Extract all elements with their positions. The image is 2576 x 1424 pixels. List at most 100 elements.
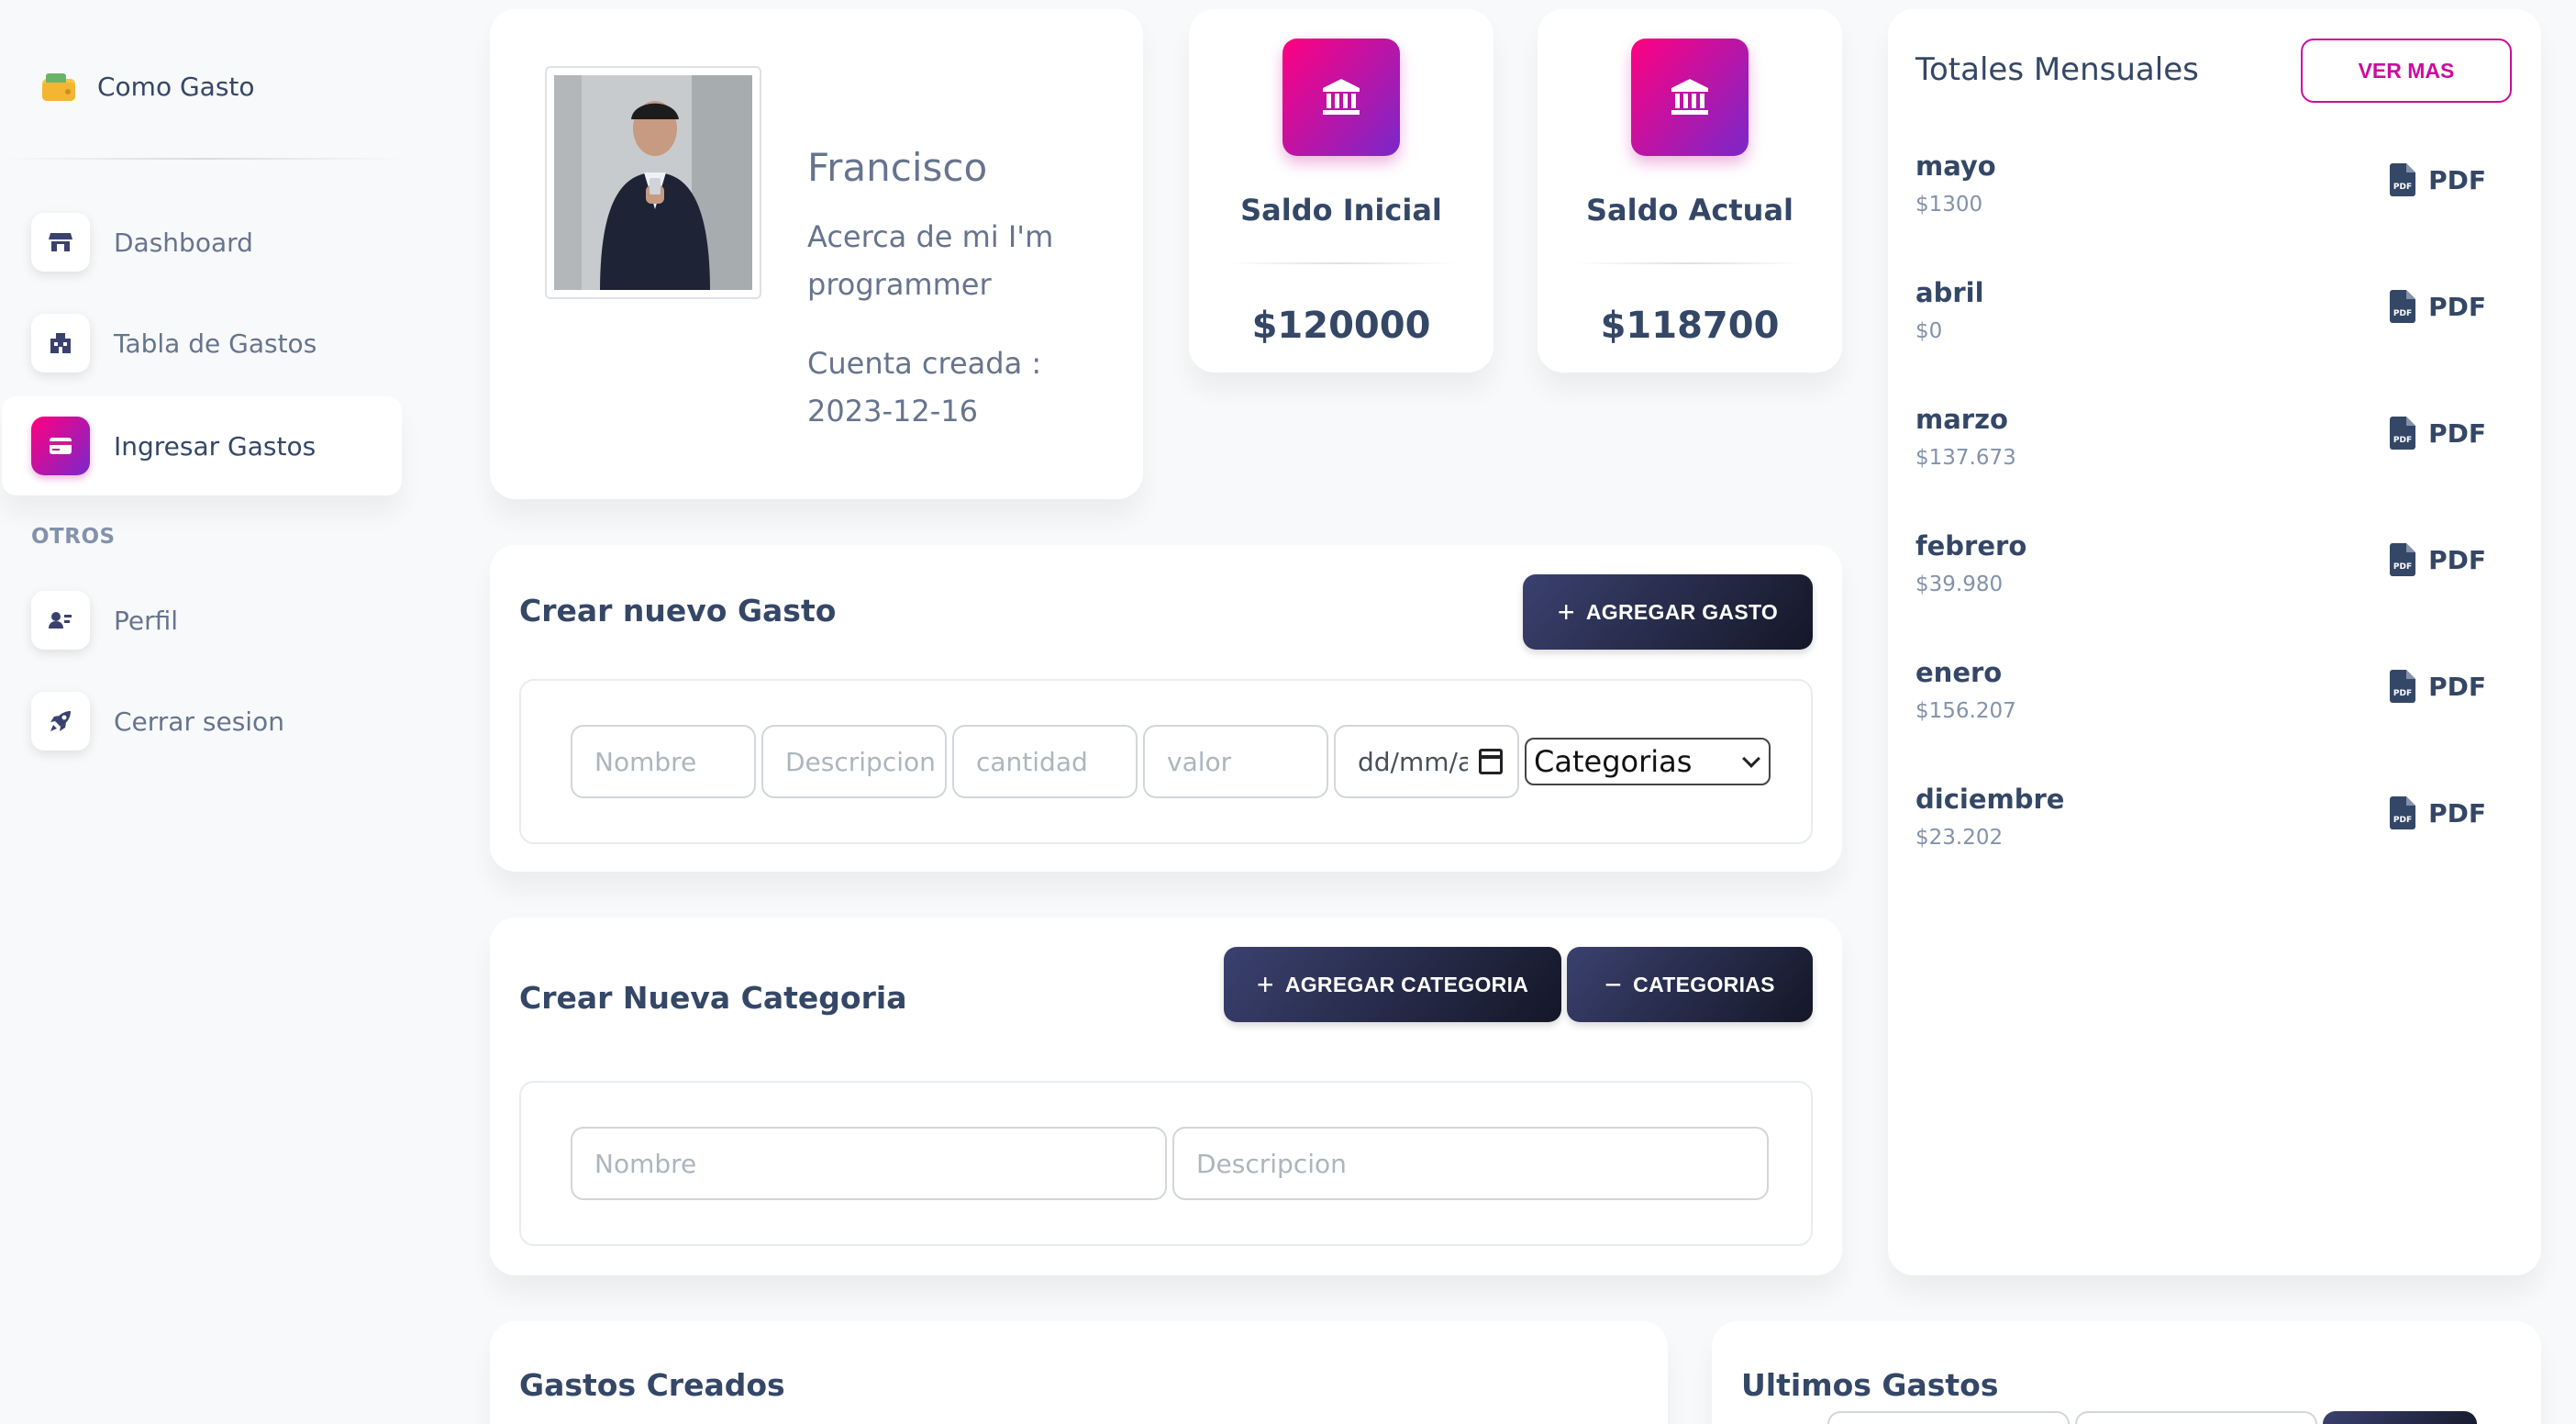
categories-button[interactable]: − CATEGORIAS [1567,947,1813,1022]
add-expense-button[interactable]: + AGREGAR GASTO [1523,574,1813,650]
latest-expenses-filter-button[interactable] [2323,1411,2477,1424]
pdf-file-icon: PDF [2390,290,2416,323]
category-description-input[interactable] [1172,1127,1769,1200]
month-name: diciembre [1915,784,2065,815]
saldo-actual-card: Saldo Actual $118700 [1538,9,1842,373]
categories-label: CATEGORIAS [1633,972,1775,996]
svg-text:PDF: PDF [2393,436,2412,445]
new-expense-card: Crear nuevo Gasto + AGREGAR GASTO dd/mm/… [490,545,1842,872]
plus-icon: + [1256,968,1274,1001]
stat-value: $118700 [1600,305,1780,347]
stat-divider [1226,262,1457,264]
pdf-file-icon: PDF [2390,670,2416,703]
office-icon [31,314,90,373]
pdf-label: PDF [2428,417,2486,449]
monthly-totals-card: Totales Mensuales VER MAS mayo $1300 PDF… [1888,9,2541,1275]
expense-name-input[interactable] [571,725,756,798]
created-expenses-title: Gastos Creados [519,1367,785,1403]
pdf-download-link[interactable]: PDF PDF [2390,543,2486,576]
user-card-icon [31,591,90,650]
created-expenses-card: Gastos Creados [490,1321,1668,1424]
list-item: abril $0 PDF PDF [1915,277,2514,369]
list-item: diciembre $23.202 PDF PDF [1915,784,2514,875]
ver-mas-button[interactable]: VER MAS [2301,39,2512,103]
category-name-input[interactable] [571,1127,1167,1200]
month-name: marzo [1915,404,2008,435]
month-name: febrero [1915,530,2027,562]
calendar-icon [1479,749,1503,774]
avatar [554,75,752,290]
latest-expenses-card: Ultimos Gastos [1712,1321,2541,1424]
latest-expenses-title: Ultimos Gastos [1741,1367,1999,1403]
minus-icon: − [1604,968,1623,1001]
bank-icon [1282,39,1400,156]
pdf-label: PDF [2428,671,2486,702]
brand[interactable]: Como Gasto [39,66,255,106]
sidebar-item-tabla-de-gastos[interactable]: Tabla de Gastos [2,294,402,393]
monthly-totals-title: Totales Mensuales [1915,51,2199,88]
svg-text:PDF: PDF [2393,562,2412,572]
new-category-card: Crear Nueva Categoria + AGREGAR CATEGORI… [490,918,1842,1275]
sidebar-item-cerrar-sesion[interactable]: Cerrar sesion [2,672,402,771]
month-name: abril [1915,277,1984,308]
chevron-down-icon [1742,750,1760,768]
brand-name: Como Gasto [97,71,255,102]
rocket-icon [31,692,90,751]
profile-created-date: Cuenta creada : 2023-12-16 [807,346,1042,428]
pdf-download-link[interactable]: PDF PDF [2390,163,2486,196]
month-total: $23.202 [1915,826,2004,850]
date-placeholder: dd/mm/aaaa [1358,746,1468,777]
sidebar-section-label: OTROS [31,525,116,549]
month-total: $137.673 [1915,446,2016,470]
add-expense-label: AGREGAR GASTO [1585,599,1779,624]
list-item: marzo $137.673 PDF PDF [1915,404,2514,495]
list-item: mayo $1300 PDF PDF [1915,150,2514,242]
expense-quantity-input[interactable] [952,725,1138,798]
stat-value: $120000 [1251,305,1431,347]
pdf-label: PDF [2428,291,2486,322]
new-category-form [519,1081,1813,1246]
add-category-label: AGREGAR CATEGORIA [1284,972,1529,996]
pdf-file-icon: PDF [2390,796,2416,829]
profile-photo [545,66,761,299]
sidebar-item-dashboard[interactable]: Dashboard [2,193,402,292]
pdf-download-link[interactable]: PDF PDF [2390,417,2486,450]
sidebar-item-label: Ingresar Gastos [114,430,316,462]
stat-title: Saldo Actual [1585,193,1793,228]
expense-date-input[interactable]: dd/mm/aaaa [1334,725,1519,798]
stat-title: Saldo Inicial [1240,193,1442,228]
category-select-value: Categorias [1534,744,1693,779]
sidebar-item-label: Dashboard [114,227,253,258]
svg-text:PDF: PDF [2393,309,2412,318]
category-select[interactable]: Categorias [1525,738,1771,785]
sidebar-item-perfil[interactable]: Perfil [2,571,402,670]
new-expense-title: Crear nuevo Gasto [519,593,837,629]
month-name: enero [1915,657,2003,688]
pdf-download-link[interactable]: PDF PDF [2390,796,2486,829]
profile-name: Francisco [807,145,988,190]
latest-expenses-filter-input[interactable] [1827,1411,2070,1424]
sidebar-item-ingresar-gastos[interactable]: Ingresar Gastos [2,396,402,495]
list-item: enero $156.207 PDF PDF [1915,657,2514,749]
expense-description-input[interactable] [761,725,947,798]
svg-text:PDF: PDF [2393,816,2412,825]
pdf-download-link[interactable]: PDF PDF [2390,670,2486,703]
credit-card-icon [31,417,90,475]
month-total: $39.980 [1915,573,2004,596]
list-item: febrero $39.980 PDF PDF [1915,530,2514,622]
latest-expenses-filter-input[interactable] [2075,1411,2317,1424]
profile-card: Francisco Acerca de mi I'm programmer Cu… [490,9,1143,499]
pdf-label: PDF [2428,164,2486,195]
pdf-file-icon: PDF [2390,163,2416,196]
svg-text:PDF: PDF [2393,183,2412,192]
sidebar-item-label: Perfil [114,605,179,636]
pdf-label: PDF [2428,544,2486,575]
expense-value-input[interactable] [1143,725,1328,798]
add-category-button[interactable]: + AGREGAR CATEGORIA [1224,947,1561,1022]
sidebar-item-label: Tabla de Gastos [114,328,317,359]
pdf-file-icon: PDF [2390,417,2416,450]
pdf-download-link[interactable]: PDF PDF [2390,290,2486,323]
sidebar-divider [0,158,404,160]
new-expense-form: dd/mm/aaaa Categorias [519,679,1813,844]
shop-icon [31,213,90,272]
